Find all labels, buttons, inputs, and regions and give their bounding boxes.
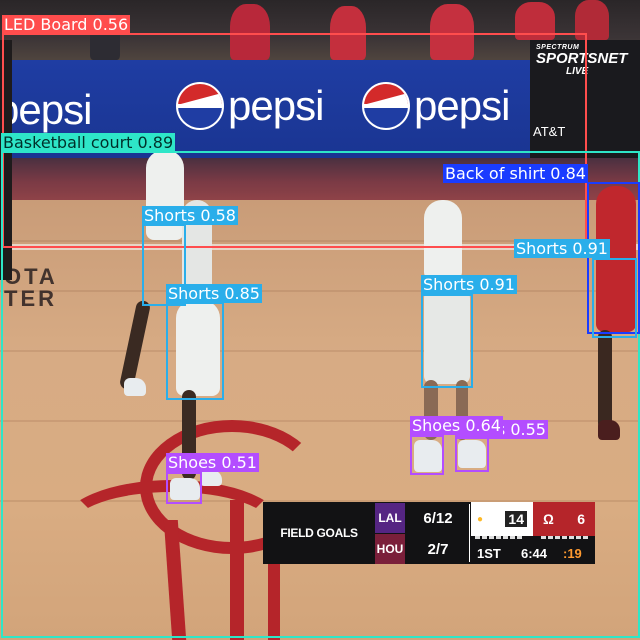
label-shorts: Shorts 0.91 (421, 275, 517, 294)
label-shorts: Shorts 0.58 (142, 206, 238, 225)
label-shoes: Shoes 0.51 (166, 453, 259, 472)
label-led-board: LED Board 0.56 (2, 15, 131, 34)
label-shorts: Shorts 0.91 (514, 239, 610, 258)
bbox-shorts (166, 302, 224, 400)
frame: pepsi pepsi pepsi SPECTRUM SPORTSNET LIV… (0, 0, 640, 640)
bbox-shorts (592, 258, 637, 338)
bbox-shoes (410, 435, 444, 475)
label-shoes: Shoes 0.64 (410, 416, 503, 435)
label-shorts: Shorts 0.85 (166, 284, 262, 303)
bbox-shoes (455, 437, 489, 472)
bbox-basketball-court (1, 151, 640, 638)
bbox-shoes (166, 472, 202, 504)
bbox-shorts (421, 294, 473, 388)
label-back-of-shirt: Back of shirt 0.84 (443, 164, 588, 183)
label-basketball-court: Basketball court 0.89 (1, 133, 176, 152)
